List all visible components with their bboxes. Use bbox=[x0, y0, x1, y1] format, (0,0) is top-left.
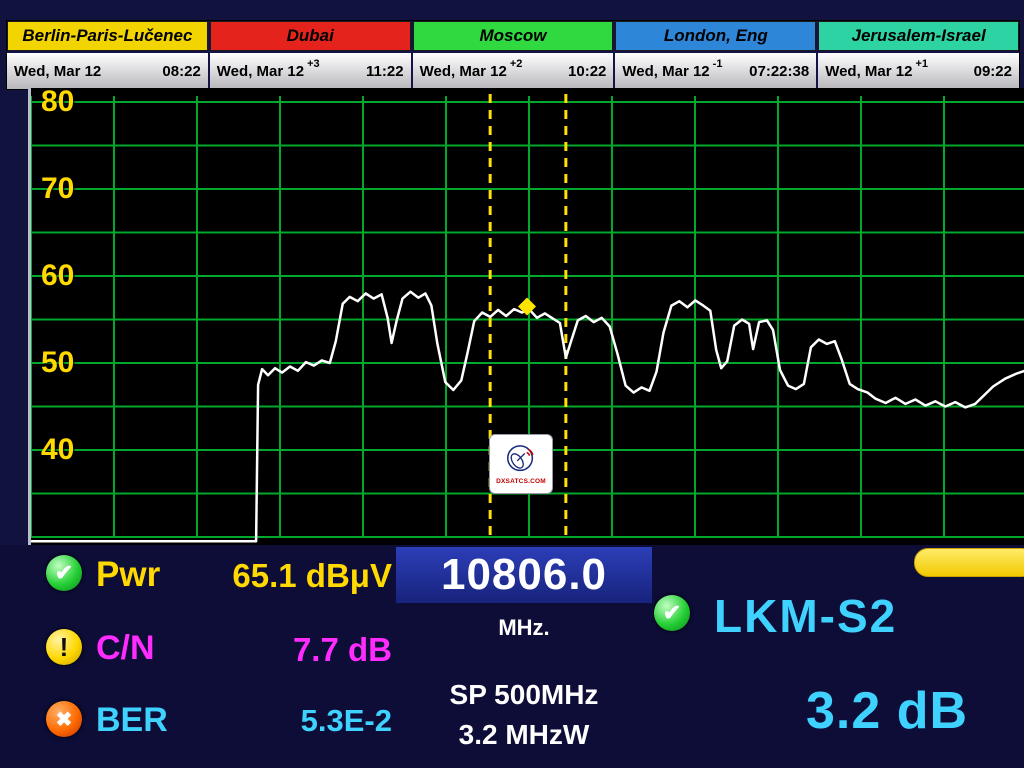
clock-date: Wed, Mar 12 bbox=[622, 63, 709, 80]
clock-cell-berlin[interactable]: Berlin-Paris-Lučenec Wed, Mar 12 08:22 bbox=[7, 21, 210, 89]
y-axis-label: 70 bbox=[41, 174, 74, 204]
clock-time-row: Wed, Mar 12 +3 11:22 bbox=[210, 51, 411, 89]
clock-time: 11:22 bbox=[366, 63, 404, 80]
logo-text: DXSATCS.COM bbox=[496, 478, 546, 485]
clock-time: 10:22 bbox=[568, 63, 606, 80]
clock-city-label: Dubai bbox=[210, 21, 411, 51]
span-value: SP 500MHz bbox=[396, 679, 652, 711]
ber-label: BER bbox=[96, 703, 168, 737]
clock-time: 07:22:38 bbox=[749, 63, 809, 80]
clock-cell-london[interactable]: London, Eng Wed, Mar 12 -1 07:22:38 bbox=[615, 21, 818, 89]
clock-city-label: Moscow bbox=[413, 21, 614, 51]
check-glyph: ✔ bbox=[55, 560, 73, 586]
y-axis-label: 40 bbox=[41, 435, 74, 465]
cn-warning-icon: ! bbox=[46, 629, 82, 665]
ber-value: 5.3E-2 bbox=[180, 705, 392, 736]
link-margin-value: 3.2 dB bbox=[806, 681, 968, 741]
standard-lock-icon: ✔ bbox=[654, 595, 690, 631]
clock-utc-offset: +3 bbox=[307, 58, 320, 70]
clock-city-label: London, Eng bbox=[615, 21, 816, 51]
satellite-dish-icon bbox=[502, 443, 540, 477]
frequency-unit: MHz. bbox=[396, 615, 652, 641]
bandwidth-value: 3.2 MHzW bbox=[396, 719, 652, 751]
check-glyph: ✔ bbox=[663, 600, 681, 626]
measurement-panel: ✔ Pwr 65.1 dBμV ! C/N 7.7 dB ✖ BER 5.3E-… bbox=[0, 545, 1024, 768]
cn-value: 7.7 dB bbox=[180, 633, 392, 666]
clock-date: Wed, Mar 12 bbox=[825, 63, 912, 80]
clock-cell-dubai[interactable]: Dubai Wed, Mar 12 +3 11:22 bbox=[210, 21, 413, 89]
clock-utc-offset: +2 bbox=[510, 58, 523, 70]
y-axis-label: 50 bbox=[41, 348, 74, 378]
pwr-ok-icon: ✔ bbox=[46, 555, 82, 591]
cross-glyph: ✖ bbox=[56, 707, 73, 732]
clock-city-label: Jerusalem-Israel bbox=[818, 21, 1019, 51]
clock-city-label: Berlin-Paris-Lučenec bbox=[7, 21, 208, 51]
clock-date: Wed, Mar 12 bbox=[420, 63, 507, 80]
y-axis-label: 80 bbox=[41, 87, 74, 117]
exclamation-glyph: ! bbox=[60, 632, 69, 663]
clock-time-row: Wed, Mar 12 +2 10:22 bbox=[413, 51, 614, 89]
clock-date: Wed, Mar 12 bbox=[217, 63, 304, 80]
frequency-display[interactable]: 10806.0 bbox=[396, 547, 652, 603]
clock-cell-jerusalem[interactable]: Jerusalem-Israel Wed, Mar 12 +1 09:22 bbox=[818, 21, 1019, 89]
dxsatcs-logo: DXSATCS.COM bbox=[489, 434, 553, 494]
ber-error-icon: ✖ bbox=[46, 701, 82, 737]
pwr-label: Pwr bbox=[96, 557, 160, 592]
world-clock-bar: Berlin-Paris-Lučenec Wed, Mar 12 08:22 D… bbox=[6, 20, 1020, 90]
yellow-tab-button[interactable] bbox=[914, 548, 1024, 577]
clock-time: 08:22 bbox=[162, 63, 200, 80]
cn-label: C/N bbox=[96, 631, 155, 665]
clock-cell-moscow[interactable]: Moscow Wed, Mar 12 +2 10:22 bbox=[413, 21, 616, 89]
y-axis-label: 60 bbox=[41, 261, 74, 291]
standard-value: LKM-S2 bbox=[714, 589, 897, 643]
clock-utc-offset: +1 bbox=[915, 58, 928, 70]
clock-time: 09:22 bbox=[974, 63, 1012, 80]
clock-utc-offset: -1 bbox=[713, 58, 723, 70]
clock-time-row: Wed, Mar 12 +1 09:22 bbox=[818, 51, 1019, 89]
clock-time-row: Wed, Mar 12 -1 07:22:38 bbox=[615, 51, 816, 89]
satellite-meter-screen: { "clocks": [ {"city":"Berlin-Paris-Luče… bbox=[0, 0, 1024, 768]
clock-time-row: Wed, Mar 12 08:22 bbox=[7, 51, 208, 89]
clock-date: Wed, Mar 12 bbox=[14, 63, 101, 80]
pwr-value: 65.1 dBμV bbox=[180, 559, 392, 592]
